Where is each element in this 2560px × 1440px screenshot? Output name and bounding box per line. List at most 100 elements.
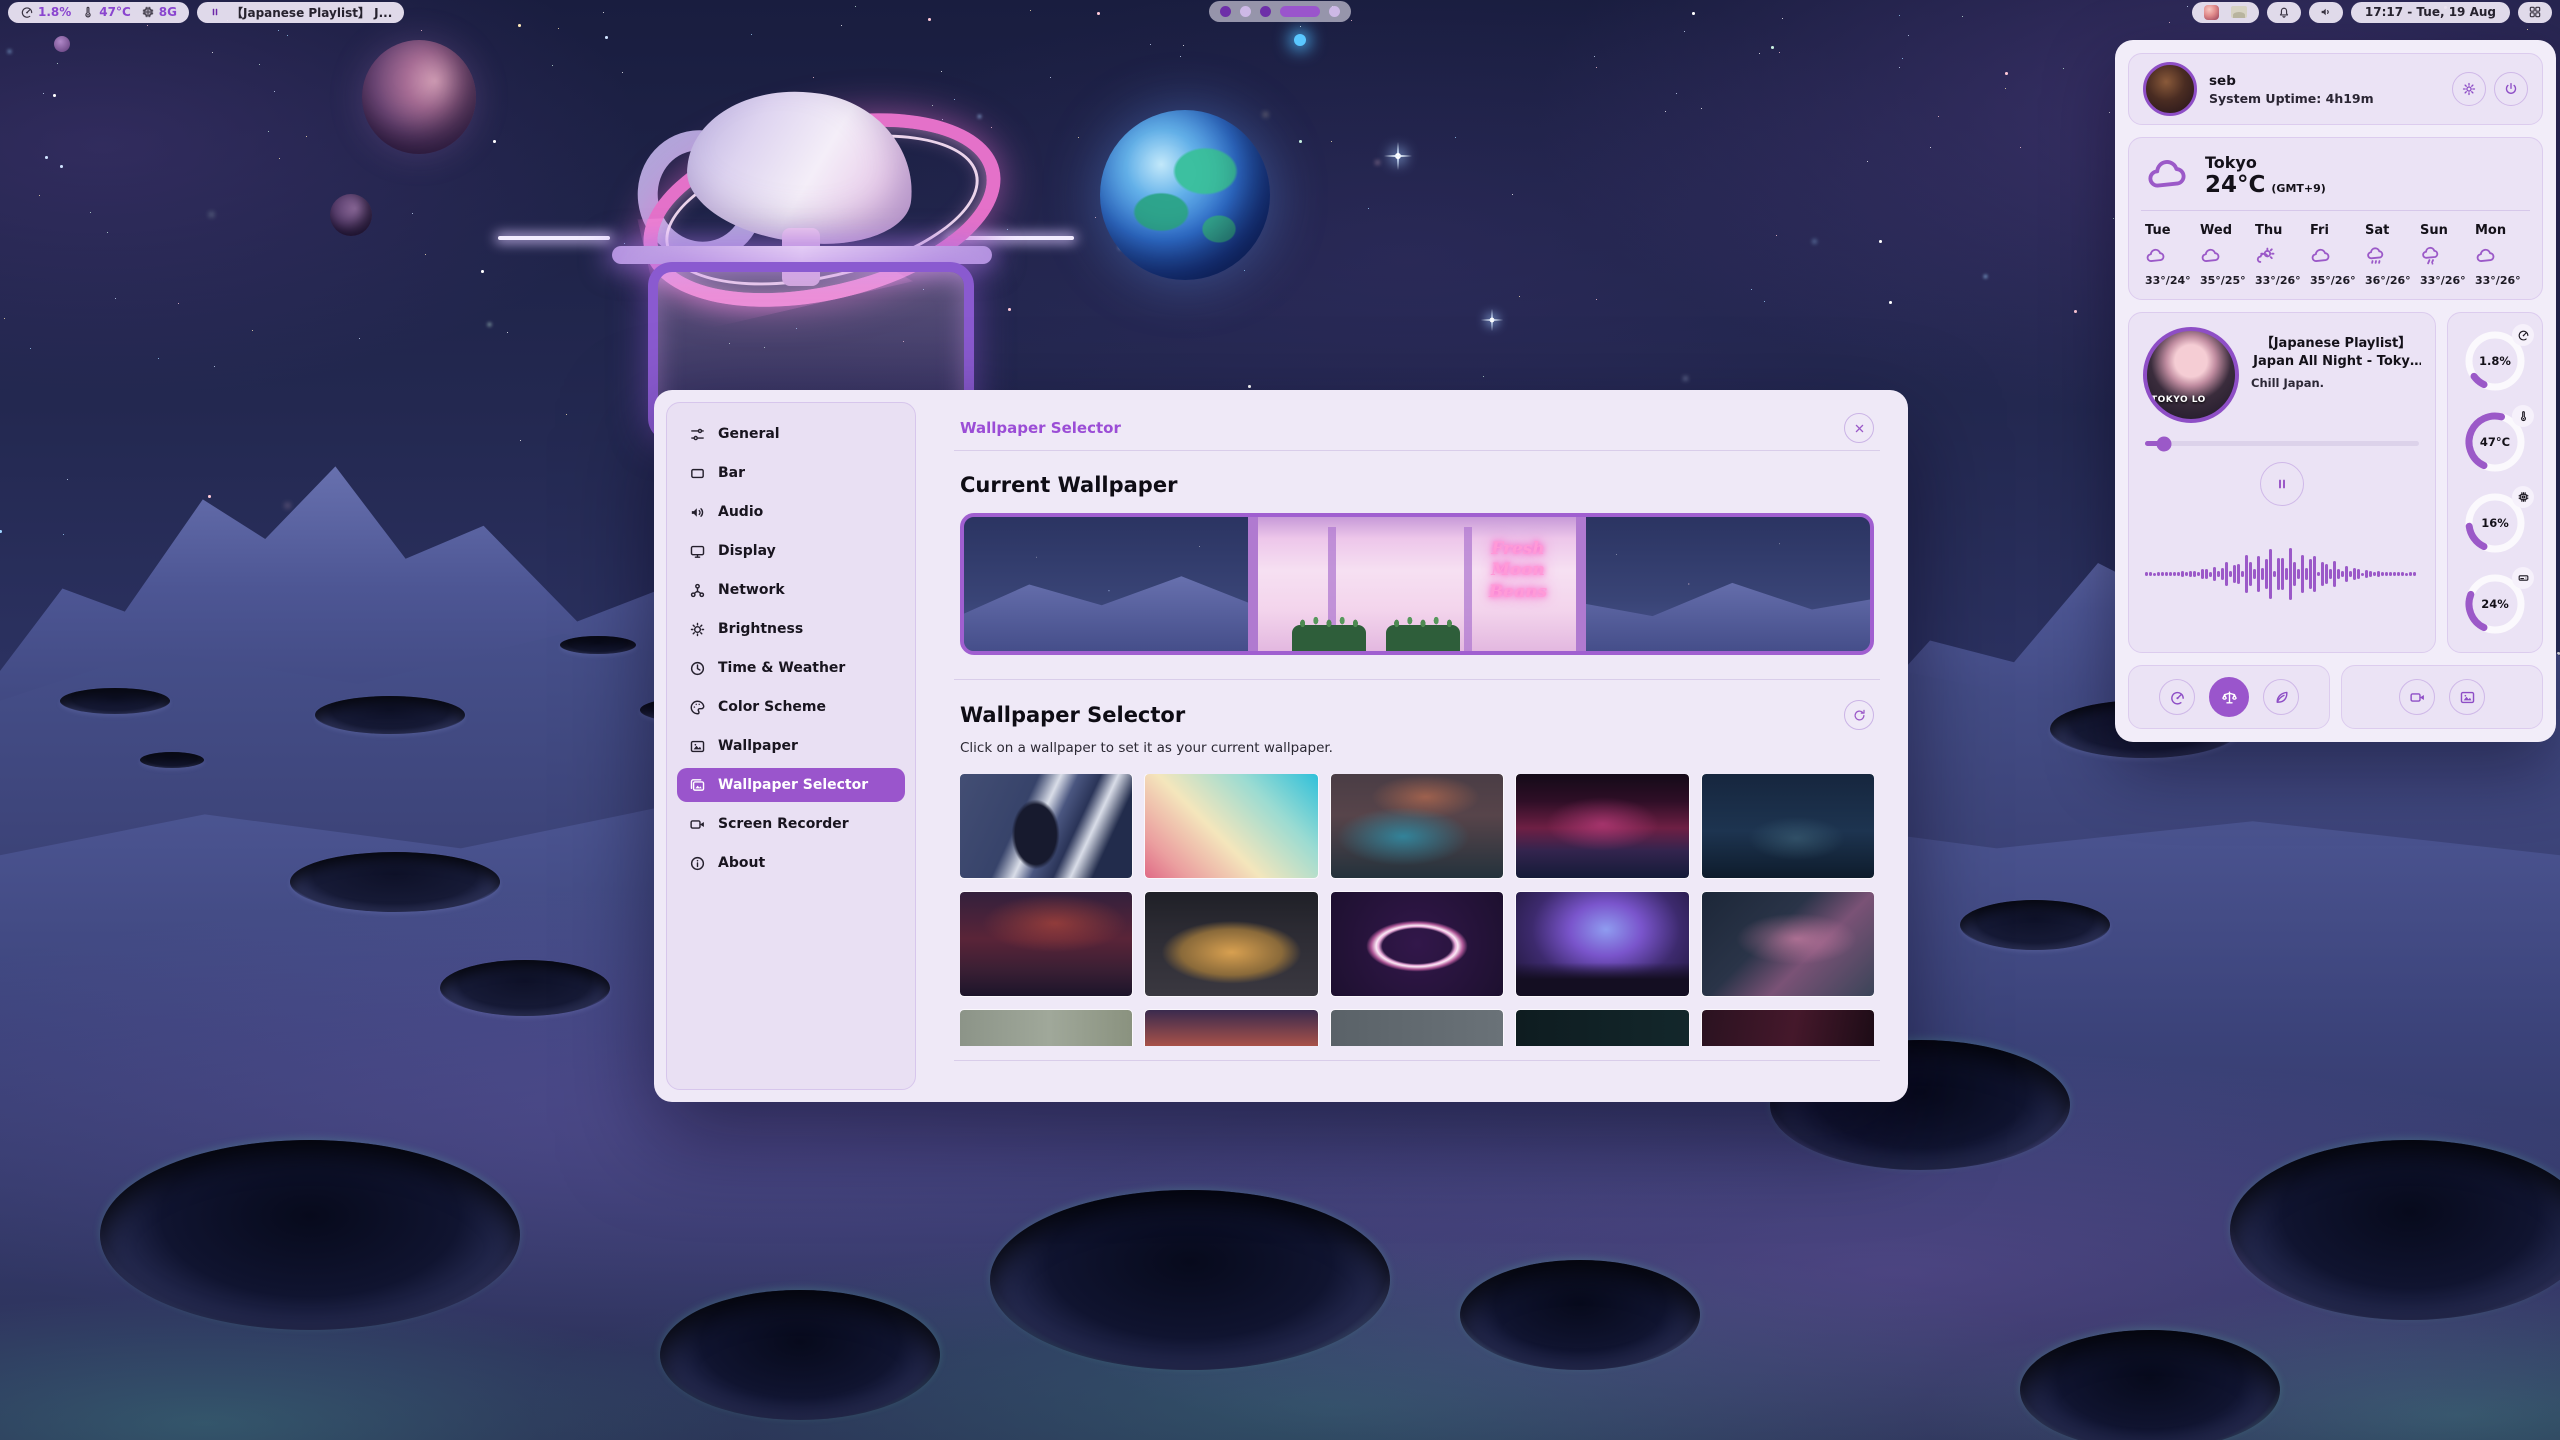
wallpaper-thumbnail-lofi-coffee-shop[interactable] <box>1145 892 1317 996</box>
refresh-button[interactable] <box>1844 700 1874 730</box>
settings-window: General Bar Audio Display Network Brightness T… <box>654 390 1908 1102</box>
tray-image-icon[interactable] <box>2231 6 2247 18</box>
clock[interactable]: 17:17 - Tue, 19 Aug <box>2351 2 2510 23</box>
workspace-2[interactable] <box>1240 6 1251 17</box>
workspace-3[interactable] <box>1260 6 1271 17</box>
close-icon <box>1852 421 1867 436</box>
current-wallpaper-preview: Fresh Moon Beans <box>960 513 1874 655</box>
neon-sign-text: Fresh Moon Beans <box>1472 539 1564 603</box>
sidebar-item-general[interactable]: General <box>677 417 905 451</box>
sidebar-item-wallpaper[interactable]: Wallpaper <box>677 729 905 763</box>
track-title: 【Japanese Playlist】 Japan All Night - To… <box>2251 335 2421 370</box>
suncloud-icon <box>2255 245 2277 267</box>
wallpaper-thumbnail-wire-mesh[interactable] <box>1702 892 1874 996</box>
selector-description: Click on a wallpaper to set it as your c… <box>960 740 1874 756</box>
sidebar-item-label: Time & Weather <box>718 660 845 676</box>
dashboard-icon <box>2528 5 2542 19</box>
play-pause-button[interactable] <box>2260 462 2304 506</box>
sidebar-item-screen-recorder[interactable]: Screen Recorder <box>677 807 905 841</box>
workspace-5[interactable] <box>1329 6 1340 17</box>
wallpaper-thumbnail-blur-abstract[interactable] <box>1331 774 1503 878</box>
system-tray[interactable] <box>2192 2 2259 23</box>
close-button[interactable] <box>1844 413 1874 443</box>
forecast-temps: 36°/26° <box>2365 274 2416 287</box>
wallpaper-thumbnail-light-ring[interactable] <box>1331 892 1503 996</box>
forecast-day: Sun <box>2420 223 2471 238</box>
forecast-temps: 33°/26° <box>2420 274 2471 287</box>
notifications-button[interactable] <box>2267 2 2301 23</box>
sidebar-item-audio[interactable]: Audio <box>677 495 905 529</box>
sidebar-item-brightness[interactable]: Brightness <box>677 612 905 646</box>
username: seb <box>2209 73 2440 89</box>
system-stats-pill[interactable]: 1.8% 47°C 8G <box>8 2 189 23</box>
wallpaper-thumbnail-nebula-forest[interactable] <box>1516 892 1688 996</box>
sidebar-item-time-weather[interactable]: Time & Weather <box>677 651 905 685</box>
forecast-day: Tue <box>2145 223 2196 238</box>
pause-icon <box>2274 476 2290 492</box>
leaf-icon <box>2273 689 2290 706</box>
forecast-wed: Wed 35°/25° <box>2200 223 2251 287</box>
forecast-temps: 33°/26° <box>2255 274 2306 287</box>
wallpaper-thumbnail-sage-minimal[interactable] <box>960 1010 1132 1046</box>
cpu-stat: 1.8% <box>20 5 71 19</box>
tiny-planet <box>54 36 70 52</box>
sidebar-item-about[interactable]: About <box>677 846 905 880</box>
profile-card: seb System Uptime: 4h19m <box>2128 53 2543 125</box>
screenshot-button[interactable] <box>2449 679 2485 715</box>
wallpaper-thumbnail-ember-forest[interactable] <box>960 892 1132 996</box>
sidebar-item-network[interactable]: Network <box>677 573 905 607</box>
sidebar-item-wallpaper-selector[interactable]: Wallpaper Selector <box>677 768 905 802</box>
wallpaper-thumbnail-coral-trees[interactable] <box>1145 1010 1317 1046</box>
dashboard-button[interactable] <box>2518 2 2552 23</box>
refresh-icon <box>1852 708 1867 723</box>
forecast-temps: 33°/24° <box>2145 274 2196 287</box>
wallpaper-thumbnail-slate-minimal[interactable] <box>1331 1010 1503 1046</box>
crater <box>60 688 170 714</box>
image-icon <box>2459 689 2476 706</box>
monitor-icon <box>689 543 706 560</box>
sidebar-item-label: Brightness <box>718 621 803 637</box>
audio-visualizer <box>2143 510 2421 638</box>
sidebar-item-label: Screen Recorder <box>718 816 849 832</box>
crater <box>1960 900 2110 950</box>
seek-slider[interactable] <box>2145 441 2419 446</box>
sidebar-item-label: Color Scheme <box>718 699 826 715</box>
album-art: TOKYO LO <box>2143 327 2239 423</box>
sidebar-item-bar[interactable]: Bar <box>677 456 905 490</box>
settings-content: Wallpaper Selector Current Wallpaper Fre… <box>930 402 1896 1090</box>
system-stats-card: 1.8% 47°C 16% 24% <box>2447 312 2543 653</box>
settings-button[interactable] <box>2452 72 2486 106</box>
power-profile-powersave-button[interactable] <box>2263 679 2299 715</box>
tray-app-icon[interactable] <box>2204 5 2219 20</box>
workspace-4[interactable] <box>1280 6 1320 17</box>
sidebar-item-label: Audio <box>718 504 763 520</box>
blue-star <box>1294 34 1306 46</box>
settings-sidebar: General Bar Audio Display Network Brightness T… <box>666 402 916 1090</box>
wallpaper-thumbnail-snowy-village[interactable] <box>1702 774 1874 878</box>
cloud-icon <box>2310 245 2332 267</box>
sparkle-star <box>1481 309 1503 331</box>
volume-button[interactable] <box>2309 2 2343 23</box>
power-profile-balanced-button[interactable] <box>2209 677 2249 717</box>
wallpaper-thumbnail-arcade-alley[interactable] <box>1516 774 1688 878</box>
power-profile-performance-button[interactable] <box>2159 679 2195 715</box>
media-player-card: TOKYO LO 【Japanese Playlist】 Japan All N… <box>2128 312 2436 653</box>
wallpaper-thumbnail-anime-crosswalk[interactable] <box>960 774 1132 878</box>
wallpaper-thumbnail-dark-teal[interactable] <box>1516 1010 1688 1046</box>
storm-icon <box>2420 245 2442 267</box>
power-button[interactable] <box>2494 72 2528 106</box>
info-icon <box>689 855 706 872</box>
dashboard-panel: seb System Uptime: 4h19m Tokyo 24°C (GMT… <box>2115 40 2556 742</box>
sidebar-item-display[interactable]: Display <box>677 534 905 568</box>
weather-timezone: (GMT+9) <box>2271 182 2325 195</box>
utilities-card <box>2341 665 2543 729</box>
videocam-icon <box>689 816 706 833</box>
wallpaper-thumbnail-maroon-dark[interactable] <box>1702 1010 1874 1046</box>
workspace-1[interactable] <box>1220 6 1231 17</box>
screen-record-button[interactable] <box>2399 679 2435 715</box>
sidebar-item-color-scheme[interactable]: Color Scheme <box>677 690 905 724</box>
seek-thumb[interactable] <box>2157 436 2172 451</box>
media-pill[interactable]: 【Japanese Playlist】 J... <box>197 2 404 23</box>
wallpaper-thumbnail-pastel-gradient[interactable] <box>1145 774 1317 878</box>
temp-value: 47°C <box>99 5 131 19</box>
